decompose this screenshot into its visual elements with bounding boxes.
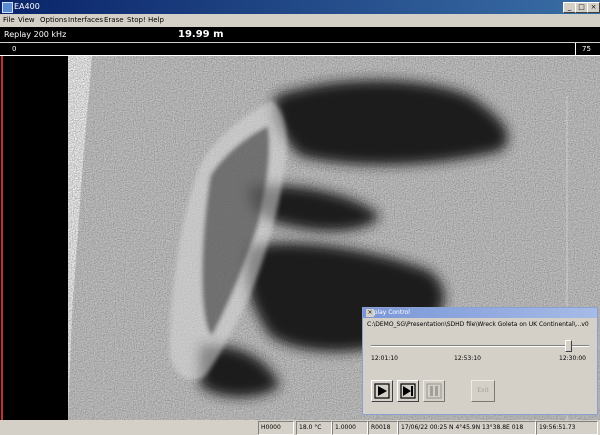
ruler-tick (575, 43, 576, 55)
end-time-label: 12:30:00 (559, 355, 586, 362)
menu-erase[interactable]: Erase (104, 14, 124, 26)
dialog-close-button[interactable]: × (366, 309, 374, 317)
step-button[interactable] (397, 380, 419, 402)
step-icon (400, 383, 416, 399)
status-cell-temperature: 18.0 °C (296, 421, 332, 435)
range-ruler: 0 75 (0, 43, 600, 56)
play-button[interactable] (371, 380, 393, 402)
status-cell-heading: H0000 (258, 421, 294, 435)
mid-time-label: 12:53:10 (454, 355, 481, 362)
pause-icon (426, 383, 442, 399)
status-cell-time: 19:56:51.73 (536, 421, 598, 435)
slider-thumb[interactable] (565, 340, 572, 352)
exit-button[interactable]: Exit (471, 380, 495, 402)
status-cell-position: 17/06/22 00:25 N 4°45.9N 13°38.8E 018 (398, 421, 536, 435)
sonar-status-bar: Replay 200 kHz 19.99 m (0, 27, 600, 66)
menu-stop[interactable]: Stop! (127, 14, 146, 26)
dialog-title-bar: Replay Control × (363, 308, 597, 318)
title-bar: EA400 _ □ × (0, 0, 600, 14)
app-icon (2, 2, 13, 13)
range-readout: 19.99 m (178, 29, 224, 40)
status-cell-record: R0018 (368, 421, 398, 435)
status-cell-factor: 1.0000 (332, 421, 368, 435)
replay-file-path: C:\DEMO_SG\Presentation\SDHD file\Wreck … (367, 321, 589, 328)
menu-options[interactable]: Options (40, 14, 67, 26)
menu-file[interactable]: File (3, 14, 15, 26)
play-icon (374, 383, 390, 399)
menu-view[interactable]: View (18, 14, 35, 26)
bottom-status-bar: H0000 18.0 °C 1.0000 R0018 17/06/22 00:2… (0, 420, 600, 435)
start-time-label: 12:01:10 (371, 355, 398, 362)
menu-interfaces[interactable]: Interfaces (68, 14, 103, 26)
ruler-end-label: 75 (582, 45, 591, 53)
pause-button[interactable] (423, 380, 445, 402)
window-title: EA400 (14, 2, 40, 11)
replay-mode-label: Replay 200 kHz (4, 30, 67, 39)
menu-help[interactable]: Help (148, 14, 164, 26)
replay-control-dialog: Replay Control × C:\DEMO_SG\Presentation… (362, 307, 598, 415)
ruler-start-label: 0 (12, 45, 17, 53)
menu-bar: File View Options Interfaces Erase Stop!… (0, 14, 600, 26)
replay-position-slider[interactable] (371, 340, 589, 352)
close-button[interactable]: × (587, 2, 600, 13)
